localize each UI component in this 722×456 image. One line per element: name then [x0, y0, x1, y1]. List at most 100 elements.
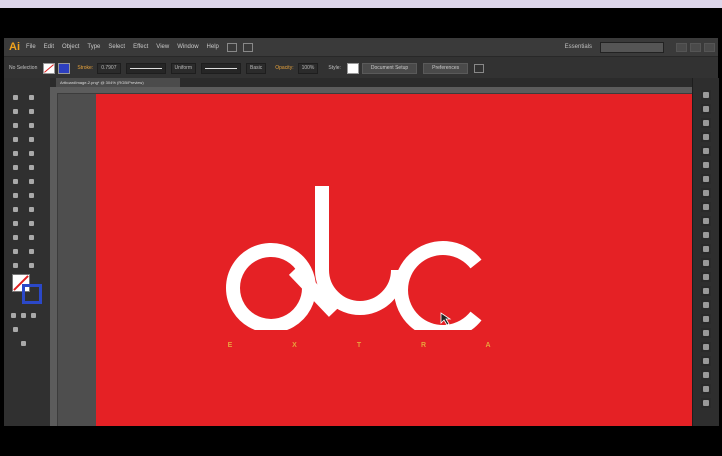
swatches-panel-icon[interactable]: [701, 118, 711, 128]
stroke-color-swatch[interactable]: [58, 62, 71, 74]
help-search-input[interactable]: [600, 41, 664, 53]
brush-label[interactable]: Basic: [246, 62, 267, 74]
scale-tool-icon[interactable]: [28, 178, 35, 185]
logo-letter-a: [226, 242, 316, 330]
stroke-weight-field[interactable]: 0.7907: [97, 62, 121, 74]
selection-tool-icon[interactable]: [12, 94, 19, 101]
arrange-documents-icon[interactable]: [242, 42, 253, 52]
bridge-icon[interactable]: [226, 42, 237, 52]
tagline-letter: T: [356, 342, 362, 349]
letterbox-bottom: [0, 426, 722, 456]
zoom-tool-icon[interactable]: [28, 262, 35, 269]
paintbrush-tool-icon[interactable]: [12, 150, 19, 157]
stroke-label[interactable]: Stroke:: [77, 65, 93, 71]
close-button[interactable]: [704, 42, 715, 52]
menu-effect[interactable]: Effect: [133, 44, 148, 50]
menu-edit[interactable]: Edit: [44, 44, 54, 50]
menu-type[interactable]: Type: [87, 44, 100, 50]
align-panel-icon[interactable]: [701, 272, 711, 282]
top-band: [0, 0, 722, 8]
right-panel-dock: [692, 78, 719, 426]
abc-logo[interactable]: [214, 180, 494, 330]
align-icon[interactable]: [474, 63, 485, 73]
document-tab[interactable]: ArtboardImage-2.png* @ 304% (RGB/Preview…: [56, 78, 180, 87]
menu-view[interactable]: View: [156, 44, 169, 50]
direct-selection-tool-icon[interactable]: [28, 94, 35, 101]
blend-tool-icon[interactable]: [28, 234, 35, 241]
menu-object[interactable]: Object: [62, 44, 79, 50]
line-tool-icon[interactable]: [12, 136, 19, 143]
menu-help[interactable]: Help: [207, 44, 219, 50]
appearance-panel-icon[interactable]: [701, 174, 711, 184]
transform-panel-icon[interactable]: [701, 258, 711, 268]
pen-tool-icon[interactable]: [12, 122, 19, 129]
pathfinder-panel-icon[interactable]: [701, 286, 711, 296]
document-info-panel-icon[interactable]: [701, 398, 711, 408]
stroke-panel-icon[interactable]: [701, 188, 711, 198]
opacity-field[interactable]: 100%: [297, 62, 319, 74]
stroke-swatch-icon[interactable]: [22, 284, 42, 304]
perspective-grid-tool-icon[interactable]: [28, 206, 35, 213]
draw-mode-icon[interactable]: [12, 326, 19, 333]
type-tool-icon[interactable]: [28, 122, 35, 129]
menu-select[interactable]: Select: [108, 44, 125, 50]
screen-mode-icon[interactable]: [20, 340, 27, 347]
opentype-panel-icon[interactable]: [701, 328, 711, 338]
hand-tool-icon[interactable]: [12, 262, 19, 269]
pencil-tool-icon[interactable]: [28, 150, 35, 157]
maximize-button[interactable]: [690, 42, 701, 52]
color-mode-icon[interactable]: [10, 312, 17, 319]
workspace-switcher[interactable]: Essentials: [565, 44, 592, 50]
rotate-tool-icon[interactable]: [12, 178, 19, 185]
symbol-sprayer-tool-icon[interactable]: [12, 248, 19, 255]
fill-color-swatch[interactable]: [43, 62, 56, 74]
width-profile-label[interactable]: Uniform: [170, 62, 197, 74]
opacity-label[interactable]: Opacity:: [275, 65, 293, 71]
shape-builder-tool-icon[interactable]: [12, 206, 19, 213]
character-panel-icon[interactable]: [701, 300, 711, 310]
gradient-panel-icon[interactable]: [701, 202, 711, 212]
style-label: Style:: [328, 65, 341, 71]
minimize-button[interactable]: [676, 42, 687, 52]
tagline-letter: X: [292, 342, 297, 349]
width-tool-icon[interactable]: [12, 192, 19, 199]
info-panel-icon[interactable]: [701, 370, 711, 380]
color-guide-panel-icon[interactable]: [701, 104, 711, 114]
letterbox-top: [0, 8, 722, 38]
document-tab-bar: ArtboardImage-2.png* @ 304% (RGB/Preview…: [50, 78, 692, 87]
eraser-tool-icon[interactable]: [28, 164, 35, 171]
links-panel-icon[interactable]: [701, 342, 711, 352]
brushes-panel-icon[interactable]: [701, 132, 711, 142]
menu-window[interactable]: Window: [177, 44, 198, 50]
control-bar: No Selection Stroke: 0.7907 Uniform Basi…: [4, 56, 718, 80]
gradient-mode-icon[interactable]: [20, 312, 27, 319]
free-transform-tool-icon[interactable]: [28, 192, 35, 199]
menu-file[interactable]: File: [26, 44, 36, 50]
brush-definition[interactable]: [201, 62, 242, 74]
mesh-tool-icon[interactable]: [12, 220, 19, 227]
symbols-panel-icon[interactable]: [701, 146, 711, 156]
graph-tool-icon[interactable]: [28, 248, 35, 255]
graphic-styles-panel-icon[interactable]: [701, 160, 711, 170]
rectangle-tool-icon[interactable]: [28, 136, 35, 143]
logo-letter-c: [394, 241, 482, 330]
blob-brush-tool-icon[interactable]: [12, 164, 19, 171]
menu-bar: Ai File Edit Object Type Select Effect V…: [4, 38, 718, 56]
variable-width-profile[interactable]: [125, 62, 166, 74]
tagline: E X T R A: [226, 342, 492, 349]
actions-panel-icon[interactable]: [701, 384, 711, 394]
preferences-button[interactable]: Preferences: [423, 62, 469, 74]
none-mode-icon[interactable]: [30, 312, 37, 319]
eyedropper-tool-icon[interactable]: [12, 234, 19, 241]
lasso-tool-icon[interactable]: [28, 108, 35, 115]
gradient-tool-icon[interactable]: [28, 220, 35, 227]
color-panel-icon[interactable]: [701, 90, 711, 100]
document-setup-button[interactable]: Document Setup: [361, 62, 418, 74]
magic-wand-tool-icon[interactable]: [12, 108, 19, 115]
navigator-panel-icon[interactable]: [701, 356, 711, 366]
graphic-style-swatch[interactable]: [346, 62, 359, 74]
artboards-panel-icon[interactable]: [701, 244, 711, 254]
paragraph-panel-icon[interactable]: [701, 314, 711, 324]
layers-panel-icon[interactable]: [701, 230, 711, 240]
transparency-panel-icon[interactable]: [701, 216, 711, 226]
